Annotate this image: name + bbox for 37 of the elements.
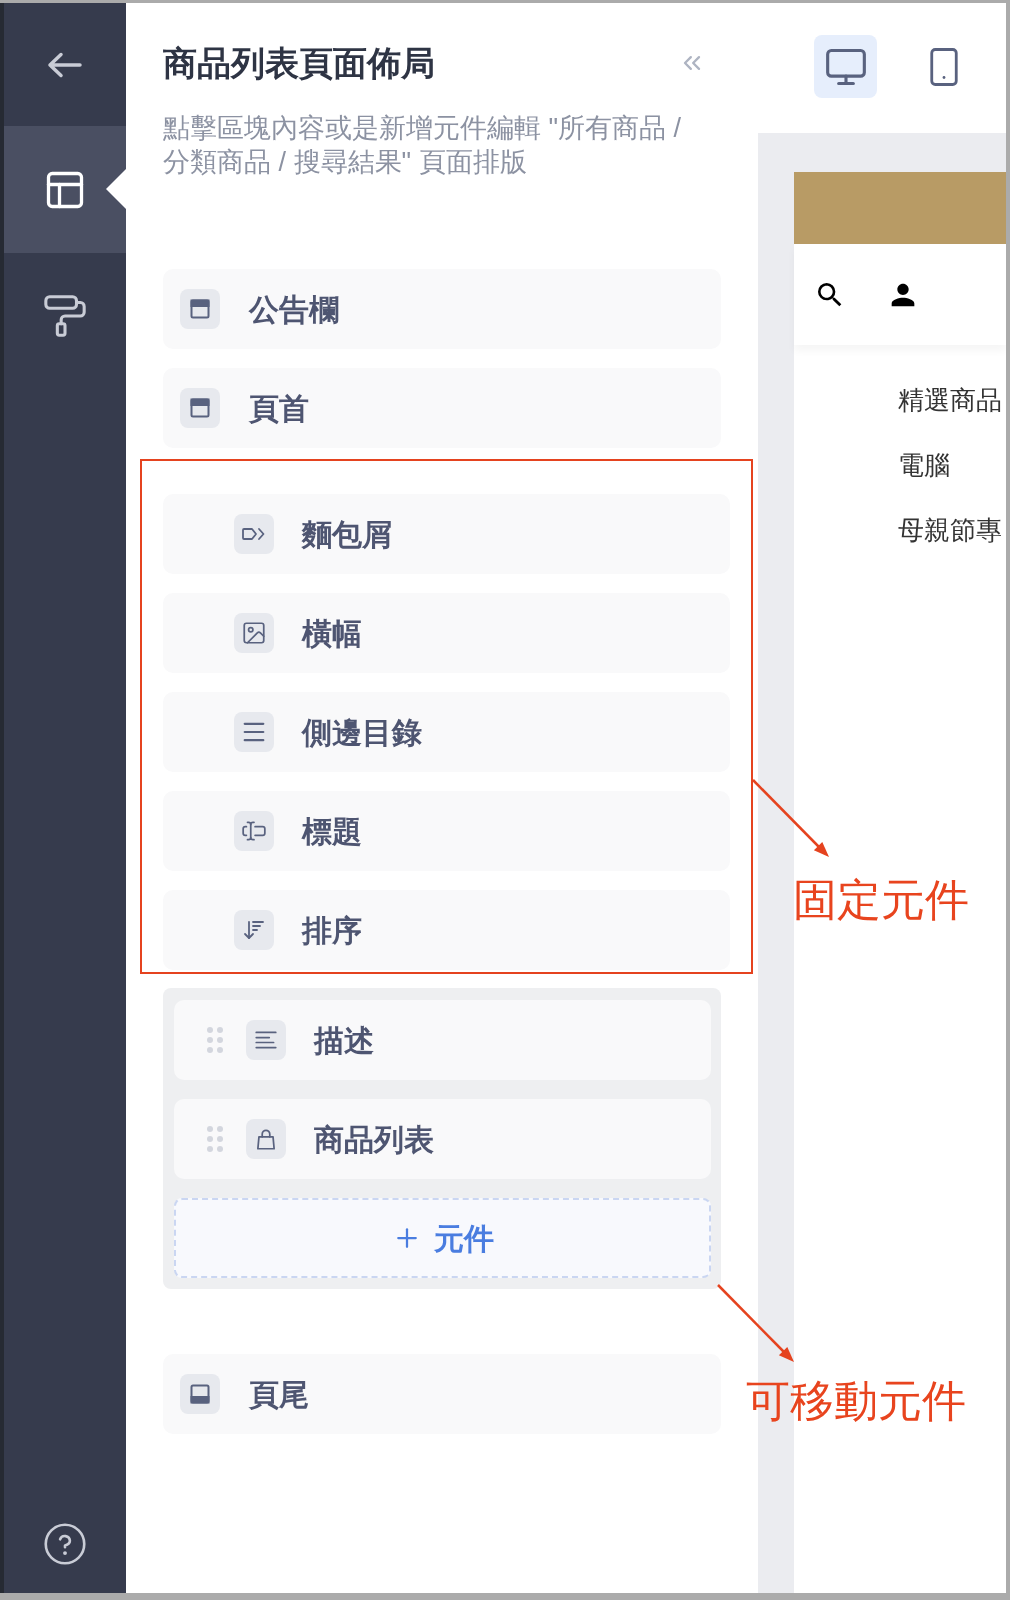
paint-roller-icon xyxy=(42,292,88,339)
layout-block[interactable]: 公告欄 xyxy=(163,269,721,349)
back-arrow-icon xyxy=(47,51,83,78)
layout-block[interactable]: 頁首 xyxy=(163,368,721,448)
align-left-icon xyxy=(246,1020,286,1060)
sidebar-nav-item[interactable] xyxy=(4,126,126,253)
help-button[interactable] xyxy=(44,1523,86,1565)
layout-block[interactable]: 橫幅 xyxy=(163,593,730,673)
text-cursor-icon xyxy=(234,811,274,851)
drag-handle-icon[interactable] xyxy=(207,1027,223,1053)
window-top-bar-icon xyxy=(180,388,220,428)
layout-block[interactable]: 麵包屑 xyxy=(163,494,730,574)
window-top-bar-icon xyxy=(180,289,220,329)
annotation-label: 固定元件 xyxy=(793,876,969,924)
panel-description: 點擊區塊內容或是新增元件編輯 "所有商品 / 分類商品 / 搜尋結果" 頁面排版 xyxy=(163,112,683,179)
shopping-bag-icon xyxy=(246,1119,286,1159)
window-bottom-bar-icon xyxy=(180,1374,220,1414)
layout-block[interactable]: 描述 xyxy=(174,1000,711,1080)
layout-block[interactable]: 側邊目錄 xyxy=(163,692,730,772)
sort-icon xyxy=(234,910,274,950)
layout-block[interactable]: 商品列表 xyxy=(174,1099,711,1179)
layout-block[interactable]: 頁尾 xyxy=(163,1354,721,1434)
drag-handle-icon[interactable] xyxy=(207,1126,223,1152)
menu-icon xyxy=(234,712,274,752)
help-icon xyxy=(44,1523,86,1565)
category-text: 電腦 xyxy=(898,449,951,482)
annotation-label: 可移動元件 xyxy=(746,1377,966,1425)
panel-title: 商品列表頁面佈局 xyxy=(163,43,435,84)
layout-block[interactable]: 排序 xyxy=(163,890,730,970)
layout-block[interactable]: 標題 xyxy=(163,791,730,871)
tag-chevron-icon xyxy=(234,514,274,554)
image-icon xyxy=(234,613,274,653)
add-component-button[interactable]: 元件 xyxy=(174,1198,711,1278)
back-button[interactable] xyxy=(47,51,83,78)
category-text: 精選商品 xyxy=(898,384,1003,417)
device-toggle-button[interactable] xyxy=(814,35,877,98)
category-text: 母親節專 xyxy=(898,514,1003,547)
